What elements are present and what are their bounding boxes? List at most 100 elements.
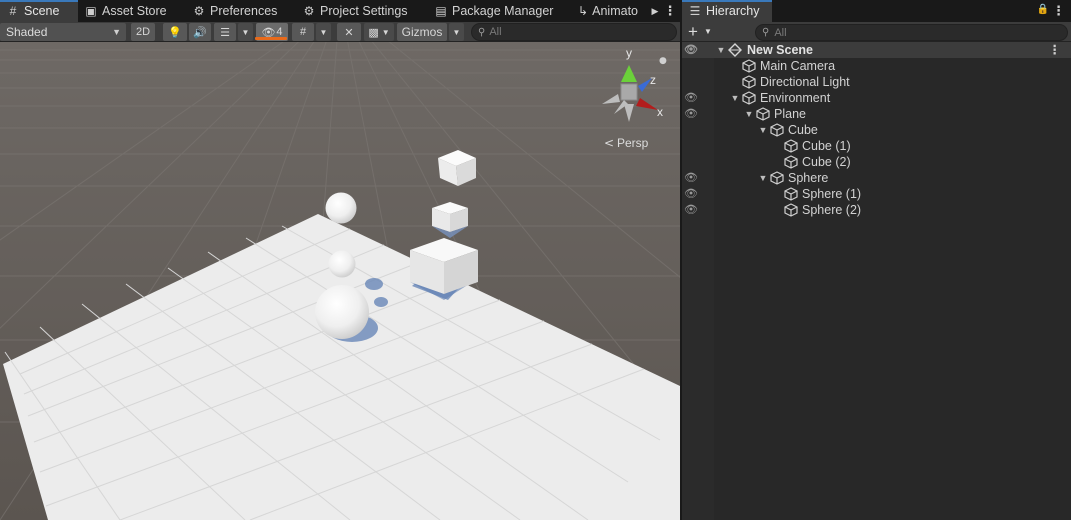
- gizmo-center-cube[interactable]: [620, 83, 638, 101]
- gear-icon: ⚙: [303, 4, 315, 18]
- eye-slash-icon[interactable]: 👁: [683, 202, 699, 218]
- tab-package-manager[interactable]: ▤ Package Manager: [428, 0, 572, 22]
- sphere-1-object[interactable]: [328, 250, 356, 278]
- eye-slash-icon[interactable]: 👁: [683, 42, 699, 58]
- tab-overflow-arrow-icon[interactable]: ▶: [650, 0, 660, 22]
- list-icon: ☰: [689, 4, 701, 18]
- unity-scene-icon: [728, 43, 742, 57]
- expand-arrow-icon[interactable]: ▼: [758, 122, 768, 138]
- hierarchy-row-sphere[interactable]: 👁 ▼ Sphere: [682, 170, 1071, 186]
- hierarchy-list: 👁 ▼ New Scene ⋮ Main Camera Directional …: [682, 42, 1071, 218]
- expand-arrow-icon[interactable]: ▼: [730, 90, 740, 106]
- hierarchy-row-main-camera[interactable]: Main Camera: [682, 58, 1071, 74]
- plus-icon: +: [688, 22, 698, 41]
- scene-search-input[interactable]: ⚲ All: [471, 23, 677, 41]
- kebab-menu-icon[interactable]: ⋮: [664, 0, 677, 22]
- sphere-2-object[interactable]: [325, 192, 357, 224]
- tab-label: Asset Store: [102, 4, 167, 18]
- hierarchy-row-sphere-1[interactable]: 👁 Sphere (1): [682, 186, 1071, 202]
- tab-preferences[interactable]: ⚙ Preferences: [186, 0, 296, 22]
- scene-row[interactable]: 👁 ▼ New Scene ⋮: [682, 42, 1071, 58]
- wrench-icon: ✕: [344, 26, 354, 39]
- cube-icon: [784, 155, 798, 169]
- eye-slash-icon[interactable]: 👁: [683, 186, 699, 202]
- eye-slash-icon[interactable]: 👁: [683, 170, 699, 186]
- lock-icon[interactable]: 🔒: [1037, 4, 1049, 15]
- add-object-button[interactable]: + ▼: [686, 23, 714, 41]
- row-label: Directional Light: [760, 75, 850, 89]
- gizmo-y-label: y: [626, 46, 632, 60]
- projection-toggle[interactable]: < Persp: [604, 136, 649, 150]
- gizmo-x-label: x: [657, 105, 663, 119]
- tab-scene[interactable]: # Scene: [0, 0, 78, 22]
- cube-icon: [784, 139, 798, 153]
- lock-icon[interactable]: ●: [659, 56, 667, 66]
- kebab-menu-icon[interactable]: ⋮: [1049, 42, 1062, 58]
- expand-arrow-icon[interactable]: ▼: [744, 106, 754, 122]
- expand-arrow-icon[interactable]: ▼: [716, 42, 726, 58]
- chevron-down-icon: ▼: [452, 27, 461, 37]
- kebab-menu-icon[interactable]: ⋮: [1052, 0, 1065, 22]
- hierarchy-search-input[interactable]: ⚲ All: [755, 24, 1068, 41]
- gizmo-z-label: z: [650, 73, 656, 87]
- hierarchy-row-directional-light[interactable]: Directional Light: [682, 74, 1071, 90]
- cube-icon: [770, 123, 784, 137]
- projection-label: Persp: [617, 136, 649, 150]
- tab-animation[interactable]: ↳ Animato: [572, 0, 638, 22]
- chevron-left-icon: <: [604, 136, 614, 150]
- camera-settings-button[interactable]: ▩ ▼: [364, 23, 394, 41]
- chevron-down-icon: ▼: [704, 27, 712, 36]
- hierarchy-row-plane[interactable]: 👁 ▼ Plane: [682, 106, 1071, 122]
- draw-mode-dropdown[interactable]: Shaded ▼: [0, 23, 126, 41]
- gizmos-button[interactable]: Gizmos: [397, 23, 447, 41]
- effects-dropdown-button[interactable]: ▼: [238, 23, 253, 41]
- grid-dropdown-button[interactable]: ▼: [316, 23, 331, 41]
- tab-project-settings[interactable]: ⚙ Project Settings: [296, 0, 428, 22]
- cube-icon: [742, 75, 756, 89]
- row-label: Environment: [760, 91, 831, 105]
- chevron-down-icon: ▼: [319, 27, 328, 37]
- row-label: Plane: [774, 107, 806, 121]
- 2d-toggle-button[interactable]: 2D: [131, 23, 155, 41]
- hierarchy-row-cube-2[interactable]: Cube (2): [682, 154, 1071, 170]
- tab-label: Scene: [24, 4, 60, 18]
- row-label: Main Camera: [760, 59, 836, 73]
- grid-toggle-button[interactable]: #: [292, 23, 314, 41]
- eye-slash-icon[interactable]: 👁: [683, 106, 699, 122]
- cube-icon: [770, 171, 784, 185]
- search-icon: ⚲: [478, 26, 486, 38]
- tools-button[interactable]: ✕: [337, 23, 361, 41]
- hierarchy-row-environment[interactable]: 👁 ▼ Environment: [682, 90, 1071, 106]
- 2d-label: 2D: [135, 26, 151, 38]
- cube-icon: [784, 187, 798, 201]
- hierarchy-row-cube[interactable]: ▼ Cube: [682, 122, 1071, 138]
- sphere-object[interactable]: [315, 285, 369, 339]
- package-icon: ▤: [435, 4, 447, 18]
- tab-label: Preferences: [210, 4, 278, 18]
- lightbulb-icon: 💡: [168, 26, 182, 39]
- scene-toolbar: Shaded ▼ 2D 💡 🔊 ☰ ▼ 👁 4 # ▼ ✕ ▩ ▼ Gizmos…: [0, 22, 680, 42]
- expand-arrow-icon[interactable]: ▼: [758, 170, 768, 186]
- effects-toggle-button[interactable]: ☰: [214, 23, 236, 41]
- row-label: Sphere (2): [802, 203, 862, 217]
- search-placeholder: All: [489, 26, 502, 38]
- hierarchy-row-sphere-2[interactable]: 👁 Sphere (2): [682, 202, 1071, 218]
- effects-layers-icon: ☰: [220, 26, 230, 39]
- gear-icon: ⚙: [193, 4, 205, 18]
- tab-asset-store[interactable]: ▣ Asset Store: [78, 0, 186, 22]
- gizmos-dropdown-button[interactable]: ▼: [449, 23, 464, 41]
- camera-icon: ▩: [368, 26, 379, 39]
- speaker-icon: 🔊: [193, 26, 207, 39]
- cube-icon: [756, 107, 770, 121]
- chevron-down-icon: ▼: [241, 27, 250, 37]
- audio-toggle-button[interactable]: 🔊: [189, 23, 211, 41]
- eye-slash-icon[interactable]: 👁: [683, 90, 699, 106]
- lighting-toggle-button[interactable]: 💡: [163, 23, 187, 41]
- cube-icon: [742, 91, 756, 105]
- tab-hierarchy[interactable]: ☰ Hierarchy: [682, 0, 772, 22]
- hierarchy-row-cube-1[interactable]: Cube (1): [682, 138, 1071, 154]
- bag-icon: ▣: [85, 4, 97, 18]
- row-label: Sphere (1): [802, 187, 862, 201]
- row-label: New Scene: [747, 43, 814, 57]
- scene-viewport[interactable]: y z x ● < Persp: [0, 42, 680, 520]
